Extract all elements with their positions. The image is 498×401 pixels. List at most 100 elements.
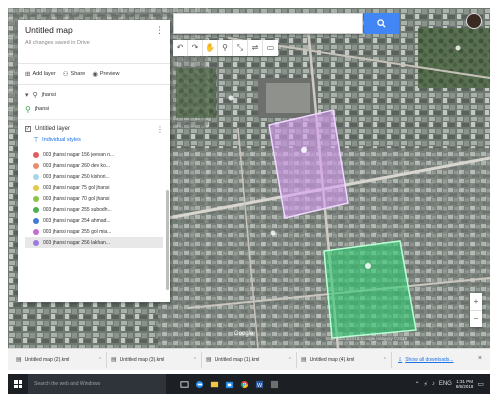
feature-item[interactable]: 003 jhansi nagar 250 kishori...: [25, 171, 163, 182]
feature-item[interactable]: 003 jhansi nagar 75 gol jhansi: [25, 182, 163, 193]
feature-label: 003 jhansi nagar 254 ahmad...: [43, 217, 111, 224]
file-icon: ▤: [16, 357, 22, 363]
feature-label: 003 jhansi nagar 256 lakhan...: [43, 239, 110, 246]
feature-list: 003 jhansi nagar 156 jeevan n... 003 jha…: [25, 149, 163, 248]
download-item[interactable]: ▤ Untitled map (4).kml ⌃: [297, 351, 392, 368]
feature-item[interactable]: 003 jhansi nagar 260 dev ko...: [25, 160, 163, 171]
chevron-down-icon[interactable]: ⌃: [193, 357, 197, 363]
zoom-out-button[interactable]: −: [470, 311, 482, 328]
map-title[interactable]: Untitled map: [25, 25, 163, 35]
share-icon: ⚇: [62, 71, 69, 78]
layer-section: ✓ Untitled layer ⋮ ⊤ Individual styles 0…: [18, 120, 170, 254]
feature-label: 003 jhansi nagar 70 gol jhansi: [43, 195, 110, 202]
download-item[interactable]: ▤ Untitled map (2).kml ⌃: [12, 351, 107, 368]
download-icon: ⇩: [398, 356, 403, 363]
clock[interactable]: 1:31 PM 8/6/2018: [456, 379, 474, 390]
chrome-icon[interactable]: [240, 380, 249, 389]
measure-button[interactable]: ▭: [263, 40, 278, 56]
undo-button[interactable]: ↶: [173, 40, 188, 56]
parcel-polygon-green[interactable]: [323, 240, 417, 339]
layer-options-icon[interactable]: ⋮: [156, 125, 164, 134]
edge-browser-icon[interactable]: [195, 380, 204, 389]
map-search-box[interactable]: [173, 13, 363, 35]
layer-checkbox[interactable]: ✓: [25, 126, 31, 132]
layer-name[interactable]: Untitled layer: [35, 126, 70, 132]
directions-button[interactable]: ⇌: [248, 40, 263, 56]
feature-color-icon: [33, 239, 39, 246]
draw-line-button[interactable]: ⤡: [233, 40, 248, 56]
share-button[interactable]: ⚇ Share: [63, 70, 86, 78]
download-filename: Untitled map (3).kml: [119, 356, 165, 363]
network-icon[interactable]: ⚡: [424, 381, 428, 388]
close-icon[interactable]: ×: [478, 355, 482, 362]
zoom-in-button[interactable]: +: [470, 293, 482, 311]
feature-color-icon: [33, 217, 39, 224]
task-view-icon[interactable]: [180, 380, 189, 389]
search-icon: ⚲: [32, 92, 38, 99]
more-vert-icon[interactable]: ⋮: [155, 25, 164, 36]
word-icon[interactable]: W: [255, 380, 264, 389]
download-filename: Untitled map (2).kml: [24, 356, 70, 363]
chevron-down-icon[interactable]: ⌃: [383, 357, 387, 363]
chevron-down-icon[interactable]: ⌃: [98, 357, 102, 363]
show-all-downloads-link[interactable]: ⇩ Show all downloads...: [398, 357, 454, 363]
search-query-row[interactable]: ▾ ⚲ jhansi: [25, 90, 163, 100]
individual-styles-link[interactable]: ⊤ Individual styles: [33, 136, 163, 144]
add-layer-button[interactable]: ⊞ Add layer: [25, 70, 56, 78]
windows-logo-icon: [14, 380, 22, 388]
file-explorer-icon[interactable]: [210, 380, 219, 389]
taskbar-search-box[interactable]: Search the web and Windows: [28, 374, 166, 394]
feature-color-icon: [33, 195, 39, 202]
panel-actions: ⊞ Add layer ⚇ Share ◉ Preview: [18, 63, 170, 85]
store-icon[interactable]: [225, 380, 234, 389]
feature-item[interactable]: 003 jhansi nagar 156 jeevan n...: [25, 149, 163, 160]
download-filename: Untitled map (4).kml: [309, 356, 355, 363]
file-icon: ▤: [301, 357, 307, 363]
feature-color-icon: [33, 184, 39, 191]
feature-item-selected[interactable]: 003 jhansi nagar 256 lakhan...: [25, 237, 163, 248]
collapse-icon: ▾: [25, 92, 29, 99]
chevron-up-icon[interactable]: ⌃: [415, 381, 420, 388]
taskbar-apps: W: [180, 380, 279, 389]
feature-color-icon: [33, 228, 39, 235]
language-indicator[interactable]: ENG: [439, 381, 452, 387]
map-pin-icon: ⚲: [25, 104, 31, 114]
feature-item[interactable]: 003 jhansi nagar 254 ahmad...: [25, 215, 163, 226]
avatar[interactable]: [466, 13, 482, 29]
feature-item[interactable]: 003 jhansi nagar 70 gol jhansi: [25, 193, 163, 204]
volume-icon[interactable]: ♪: [432, 381, 435, 387]
feature-item[interactable]: 003 jhansi nagar 255 gol mia...: [25, 226, 163, 237]
individual-styles-label: Individual styles: [42, 137, 81, 143]
save-status: All changes saved in Drive: [25, 40, 90, 46]
download-item[interactable]: ▤ Untitled map (1).kml ⌃: [202, 351, 297, 368]
select-button[interactable]: ✋: [203, 40, 218, 56]
file-icon: ▤: [111, 357, 117, 363]
chevron-down-icon[interactable]: ⌃: [288, 357, 292, 363]
panel-scrollbar[interactable]: [166, 190, 169, 290]
draw-line-icon: ⤡: [236, 43, 244, 52]
app-icon[interactable]: [270, 380, 279, 389]
redo-button[interactable]: ↷: [188, 40, 203, 56]
feature-color-icon: [33, 173, 39, 180]
search-button[interactable]: [364, 13, 399, 34]
clock-date: 8/6/2018: [455, 384, 474, 389]
search-result-item[interactable]: ⚲ jhansi: [25, 104, 163, 114]
add-marker-button[interactable]: ⚲: [218, 40, 233, 56]
notification-icon[interactable]: ▭: [477, 380, 484, 388]
feature-label: 003 jhansi nagar 255 subodh...: [43, 206, 112, 213]
preview-label: Preview: [99, 71, 120, 77]
feature-label: 003 jhansi nagar 260 dev ko...: [43, 162, 110, 169]
feature-label: 003 jhansi nagar 250 kishori...: [43, 173, 110, 180]
feature-item[interactable]: 003 jhansi nagar 255 subodh...: [25, 204, 163, 215]
download-filename: Untitled map (1).kml: [214, 356, 260, 363]
preview-button[interactable]: ◉ Preview: [92, 70, 119, 78]
download-item[interactable]: ▤ Untitled map (3).kml ⌃: [107, 351, 202, 368]
layer-header[interactable]: ✓ Untitled layer: [25, 126, 163, 132]
search-query-label: jhansi: [41, 92, 57, 98]
google-logo: Google: [234, 331, 254, 337]
taskbar-search-placeholder: Search the web and Windows: [34, 381, 101, 387]
start-button[interactable]: [8, 374, 28, 394]
zoom-control: + −: [470, 293, 482, 327]
feature-label: 003 jhansi nagar 156 jeevan n...: [43, 151, 115, 158]
search-input[interactable]: [174, 16, 362, 35]
